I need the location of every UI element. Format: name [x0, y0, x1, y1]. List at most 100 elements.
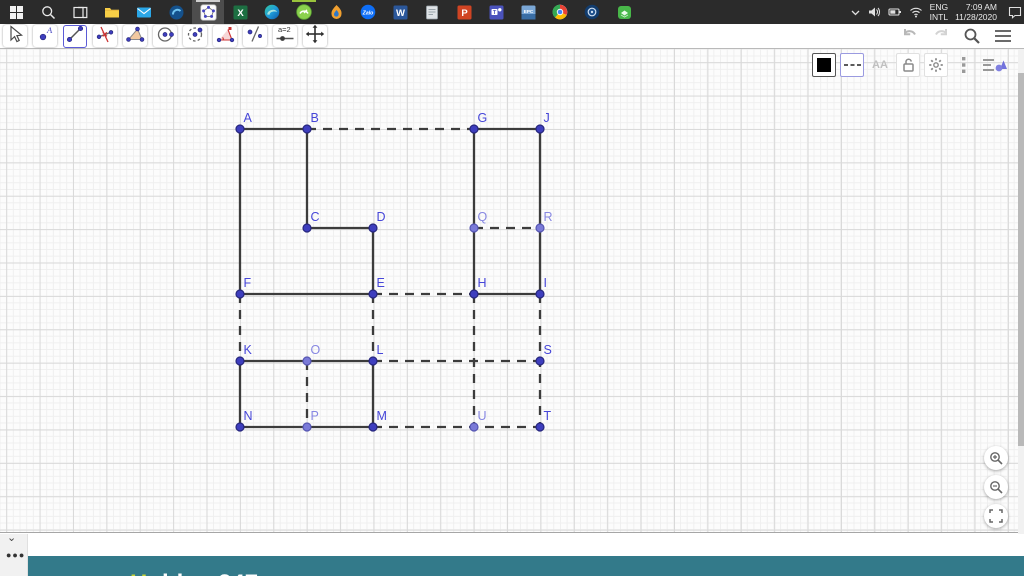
point-G[interactable]	[469, 124, 479, 134]
line-style-button[interactable]	[840, 53, 864, 77]
undo-icon[interactable]	[901, 28, 919, 44]
taskbar-zalo-icon[interactable]: Zalo	[352, 0, 384, 24]
point-B[interactable]	[302, 124, 312, 134]
point-U[interactable]	[469, 422, 479, 432]
point-R[interactable]	[535, 223, 545, 233]
taskbar-mail-icon[interactable]	[128, 0, 160, 24]
toolbar-actions	[901, 24, 1012, 48]
webpage-header-bar: Hoidap 247	[28, 556, 1024, 576]
taskbar-green-gauge-app-icon[interactable]	[288, 0, 320, 24]
point-label-H: H	[478, 276, 487, 290]
lock-button[interactable]	[896, 53, 920, 77]
reflect-tool-icon	[245, 24, 265, 49]
tray-chevron-icon[interactable]	[850, 7, 861, 18]
rail-more-icon[interactable]: ●●●	[6, 550, 25, 560]
circle-center-tool-button[interactable]	[153, 25, 177, 47]
point-T[interactable]	[535, 422, 545, 432]
slider-tool-icon: a=2	[274, 24, 296, 49]
taskbar-powerpoint-icon[interactable]: P	[448, 0, 480, 24]
circle-dashed-tool-button[interactable]	[183, 25, 207, 47]
point-O[interactable]	[302, 356, 312, 366]
point-L[interactable]	[368, 356, 378, 366]
zoom-controls	[984, 446, 1008, 528]
taskbar-task-view-icon[interactable]	[64, 0, 96, 24]
menu-icon[interactable]	[994, 29, 1012, 43]
taskbar-blue-circle-app-icon[interactable]	[160, 0, 192, 24]
point-C[interactable]	[302, 223, 312, 233]
collapse-chevron-icon[interactable]: ⌄	[7, 531, 16, 544]
segment-tool-button[interactable]	[63, 25, 87, 48]
point-I[interactable]	[535, 289, 545, 299]
language-line1: ENG	[929, 2, 949, 12]
taskbar-coccoc-icon[interactable]	[576, 0, 608, 24]
polygon-tool-button[interactable]	[123, 25, 147, 47]
taskbar-teams-icon[interactable]: T	[480, 0, 512, 24]
search-icon[interactable]	[963, 27, 981, 45]
point-label-C: C	[311, 210, 320, 224]
move-view-tool-icon	[305, 24, 325, 49]
logo-first-letter: H	[130, 570, 147, 576]
taskbar-notes-app-icon[interactable]	[416, 0, 448, 24]
taskbar-flame-app-icon[interactable]	[320, 0, 352, 24]
point-H[interactable]	[469, 289, 479, 299]
more-options-icon[interactable]	[952, 53, 976, 77]
geometry-drawing[interactable]: A B G J C D Q R F E H I K O L S N P M U T	[0, 49, 1018, 534]
text-style-button[interactable]: AA	[868, 53, 892, 77]
zoom-out-button[interactable]	[984, 475, 1008, 499]
point-P[interactable]	[302, 422, 312, 432]
angle-tool-icon	[215, 24, 235, 49]
point-F[interactable]	[235, 289, 245, 299]
svg-text:X: X	[237, 8, 244, 19]
zoom-in-button[interactable]	[984, 446, 1008, 470]
taskbar-bluestacks-icon[interactable]	[608, 0, 640, 24]
point-E[interactable]	[368, 289, 378, 299]
svg-text:W: W	[396, 8, 405, 19]
move-tool-icon	[5, 24, 25, 49]
point-D[interactable]	[368, 223, 378, 233]
color-swatch-button[interactable]	[812, 53, 836, 77]
point-label-E: E	[377, 276, 385, 290]
point-label-G: G	[478, 111, 488, 125]
battery-icon[interactable]	[888, 7, 902, 18]
point-S[interactable]	[535, 356, 545, 366]
svg-text:Zalo: Zalo	[362, 11, 374, 17]
scrollbar-thumb[interactable]	[1018, 73, 1024, 446]
settings-gear-icon[interactable]	[924, 53, 948, 77]
point-label-A: A	[244, 111, 253, 125]
svg-text:a=2: a=2	[278, 25, 291, 34]
move-view-tool-button[interactable]	[303, 24, 327, 49]
taskbar-file-explorer-icon[interactable]	[96, 0, 128, 24]
point-label-L: L	[377, 343, 384, 357]
taskbar-search-icon[interactable]	[32, 0, 64, 24]
action-center-icon[interactable]	[1008, 6, 1022, 19]
point-Q[interactable]	[469, 223, 479, 233]
move-tool-button[interactable]	[3, 24, 27, 49]
slider-tool-button[interactable]: a=2	[273, 25, 297, 47]
circle-dashed-tool-icon	[185, 24, 205, 49]
wifi-icon[interactable]	[909, 7, 923, 18]
volume-icon[interactable]	[868, 6, 881, 18]
taskbar-excel-icon[interactable]: X	[224, 0, 256, 24]
clock[interactable]: 7:09 AM 11/28/2020	[955, 2, 997, 22]
taskbar-word-icon[interactable]: W	[384, 0, 416, 24]
graphics-view[interactable]: A B G J C D Q R F E H I K O L S N P M U T AA	[0, 48, 1024, 534]
angle-tool-button[interactable]	[213, 25, 237, 47]
point-K[interactable]	[235, 356, 245, 366]
language-indicator[interactable]: ENG INTL	[930, 2, 948, 22]
point-M[interactable]	[368, 422, 378, 432]
point-A[interactable]	[235, 124, 245, 134]
reflect-tool-button[interactable]	[243, 25, 267, 47]
graphics-view-menu-icon[interactable]	[980, 53, 1010, 77]
taskbar-geogebra-icon[interactable]	[192, 0, 224, 24]
fullscreen-button[interactable]	[984, 504, 1008, 528]
point-N[interactable]	[235, 422, 245, 432]
point-tool-button[interactable]: A	[33, 25, 57, 47]
taskbar-chrome-icon[interactable]	[544, 0, 576, 24]
point-label-N: N	[244, 409, 253, 423]
redo-icon[interactable]	[932, 28, 950, 44]
taskbar-epc-app-icon[interactable]: EPC	[512, 0, 544, 24]
point-J[interactable]	[535, 124, 545, 134]
taskbar-edge-icon[interactable]	[256, 0, 288, 24]
taskbar-start-icon[interactable]	[0, 0, 32, 24]
lines-tool-button[interactable]	[93, 25, 117, 47]
